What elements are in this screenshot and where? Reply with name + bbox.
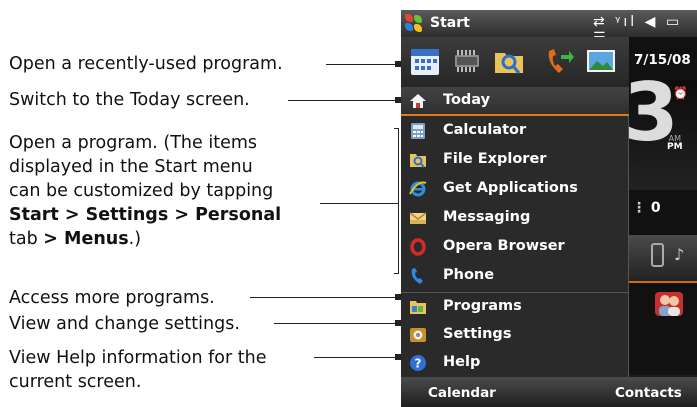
menu-item-today[interactable]: Today xyxy=(401,87,629,116)
home-icon xyxy=(410,94,426,108)
callout-recent-text: Open a recently-used program. xyxy=(9,54,283,74)
menu-item-messaging-label: Messaging xyxy=(443,209,531,225)
missed-calls-icon: ⋮ xyxy=(632,200,651,216)
leader-program-bracket-bottom xyxy=(394,273,399,274)
callout-personal-path: Personal xyxy=(195,205,282,225)
missed-calls: ⋮ 0 xyxy=(632,200,661,216)
calculator-icon xyxy=(411,123,425,139)
settings-icon xyxy=(410,328,426,342)
callout-start-path: Start xyxy=(9,205,59,225)
leader-program-bracket-top xyxy=(394,128,399,129)
leader-settings xyxy=(274,323,398,324)
callout-program-line2: displayed in the Start menu xyxy=(9,157,253,177)
pictures-icon[interactable] xyxy=(585,45,617,77)
svg-text:?: ? xyxy=(415,357,422,371)
music-note-icon: ♪ xyxy=(674,245,685,264)
leader-program-bracket xyxy=(398,128,399,274)
callout-gt: > xyxy=(43,229,65,249)
search-folder-icon[interactable] xyxy=(493,45,525,77)
programs-folder-icon xyxy=(410,301,426,314)
help-icon: ? xyxy=(410,355,426,371)
phone-screen: Start ⇄ ᵞıl ◀ ▭ ☰ 7/15/08 3 ⏰ AM PM ⋮ 0 … xyxy=(401,10,697,407)
leader-more xyxy=(250,297,398,298)
callout-more-text: Access more programs. xyxy=(9,288,215,308)
menu-item-programs-label: Programs xyxy=(443,298,522,314)
phone-icon xyxy=(411,268,423,284)
menu-item-settings-label: Settings xyxy=(443,326,512,342)
callout-today-text: Switch to the Today screen. xyxy=(9,90,250,110)
callout-tab-word: tab xyxy=(9,229,44,249)
file-explorer-icon xyxy=(410,154,426,168)
callout-program-line1: Open a program. (The items xyxy=(9,133,258,153)
menu-item-opera-browser-label: Opera Browser xyxy=(443,238,565,254)
softkey-bar: Calendar Contacts xyxy=(401,377,697,407)
pm-label: PM xyxy=(667,142,683,152)
callout-settings-text: View and change settings. xyxy=(9,314,240,334)
menu-item-programs[interactable]: Programs xyxy=(401,293,629,322)
callout-settings-path: Settings xyxy=(85,205,169,225)
menu-item-calculator[interactable]: Calculator xyxy=(401,117,629,146)
callout-settings: View and change settings. xyxy=(9,312,240,336)
menu-item-help[interactable]: ? Help xyxy=(401,349,629,378)
calendar-icon[interactable] xyxy=(409,45,441,77)
callout-help-line1: View Help information for the xyxy=(9,348,267,368)
phone-handset-icon xyxy=(651,243,664,267)
menu-item-phone-label: Phone xyxy=(443,267,495,283)
leader-today xyxy=(288,100,398,101)
people-icon xyxy=(655,292,683,316)
phone-forward-icon[interactable] xyxy=(543,45,575,77)
menu-item-calculator-label: Calculator xyxy=(443,122,527,138)
menu-item-file-explorer-label: File Explorer xyxy=(443,151,547,167)
title-start: Start xyxy=(430,15,470,31)
callout-help: View Help information for the current sc… xyxy=(9,346,266,394)
menu-item-settings[interactable]: Settings xyxy=(401,321,629,350)
start-menu: Today Calculator File Explorer Get Appli… xyxy=(401,37,629,377)
callout-sep-1: > xyxy=(58,205,86,225)
leader-program xyxy=(320,203,398,204)
callout-close-paren: .) xyxy=(128,229,142,249)
softkey-contacts[interactable]: Contacts xyxy=(615,385,682,401)
menu-item-get-applications-label: Get Applications xyxy=(443,180,578,196)
menu-item-phone[interactable]: Phone xyxy=(401,262,629,291)
callout-help-line2: current screen. xyxy=(9,372,142,392)
recent-programs-row xyxy=(401,37,629,87)
softkey-calendar[interactable]: Calendar xyxy=(428,385,496,401)
callout-open-program: Open a program. (The items displayed in … xyxy=(9,131,281,251)
callout-recent-programs: Open a recently-used program. xyxy=(9,52,283,76)
title-bar: Start ⇄ ᵞıl ◀ ▭ ☰ xyxy=(401,10,697,46)
menu-item-messaging[interactable]: Messaging xyxy=(401,204,629,233)
callout-today-screen: Switch to the Today screen. xyxy=(9,88,250,112)
callout-menus-path: Menus xyxy=(64,229,129,249)
favorites-strip: ♪ xyxy=(629,235,697,281)
messaging-icon xyxy=(409,212,427,224)
callout-more-programs: Access more programs. xyxy=(9,286,215,310)
missed-calls-count: 0 xyxy=(650,200,661,216)
internet-explorer-icon xyxy=(409,181,427,197)
leader-recent xyxy=(326,64,398,65)
chip-icon[interactable] xyxy=(451,45,483,77)
menu-item-get-applications[interactable]: Get Applications xyxy=(401,175,629,204)
windows-start-icon[interactable] xyxy=(405,14,424,33)
menu-item-help-label: Help xyxy=(443,354,481,370)
alarm-icon: ⏰ xyxy=(673,86,688,100)
callout-program-line4: Start > Settings > Personal xyxy=(9,203,281,227)
opera-icon xyxy=(410,238,426,256)
callout-sep-2: > xyxy=(168,205,196,225)
callout-program-line3: can be customized by tapping xyxy=(9,181,274,201)
callout-program-line5: tab > Menus.) xyxy=(9,227,281,251)
tab-indicator-line xyxy=(629,281,697,283)
am-pm-indicator: AM PM xyxy=(667,134,683,152)
menu-item-file-explorer[interactable]: File Explorer xyxy=(401,146,629,175)
menu-item-today-label: Today xyxy=(443,92,491,108)
leader-help xyxy=(314,357,398,358)
menu-item-opera-browser[interactable]: Opera Browser xyxy=(401,233,629,262)
